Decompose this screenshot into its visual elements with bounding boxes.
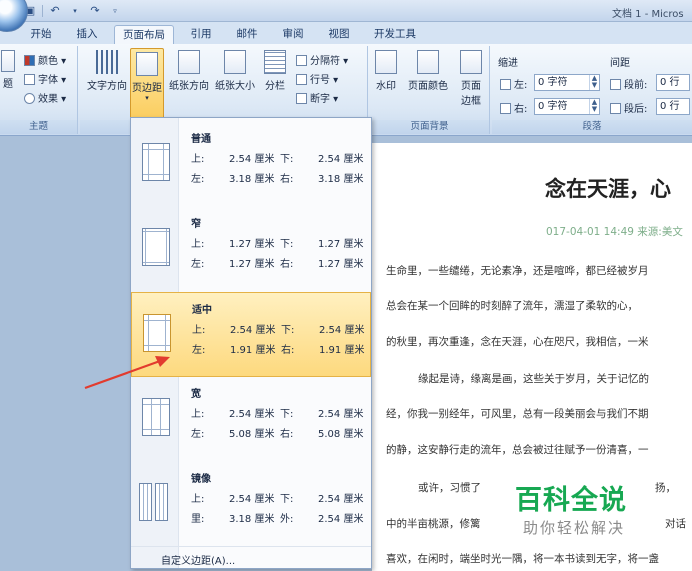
annotation-arrow <box>84 356 170 390</box>
